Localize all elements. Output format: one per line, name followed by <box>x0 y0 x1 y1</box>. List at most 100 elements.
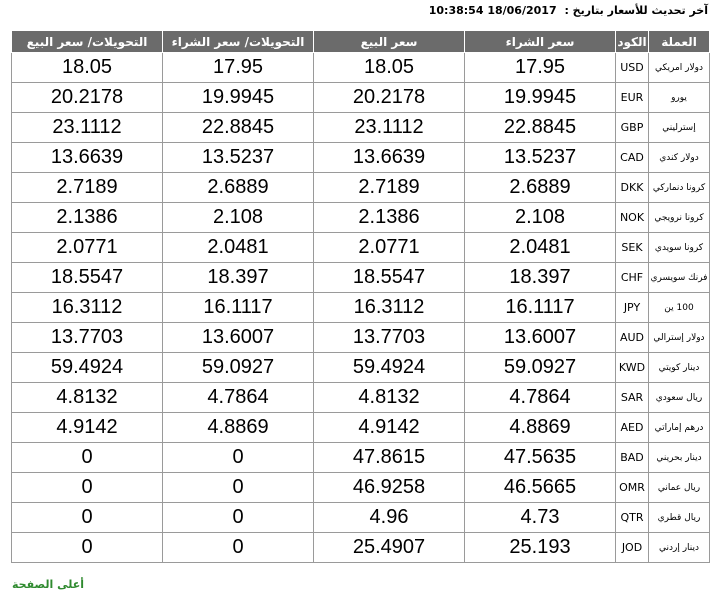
currency-code: NOK <box>615 202 649 233</box>
table-row: كرونا دنماركي DKK 2.6889 2.7189 2.6889 2.7189 <box>11 172 710 203</box>
table-row: ريال قطري QTR 4.73 4.96 0 0 <box>11 502 710 533</box>
buy-rate: 4.8869 <box>464 412 616 443</box>
currency-code: JOD <box>615 532 649 563</box>
transfer-sell-rate: 20.2178 <box>11 82 163 113</box>
table-header-row: العملة الكود سعر الشراء سعر البيع التحوي… <box>11 30 710 53</box>
currency-name: دولار إسترالي <box>648 322 710 353</box>
transfer-sell-rate: 0 <box>11 442 163 473</box>
currency-code: AUD <box>615 322 649 353</box>
transfer-buy-rate: 17.95 <box>162 52 314 83</box>
transfer-buy-rate: 0 <box>162 472 314 503</box>
table-row: درهم إماراتي AED 4.8869 4.9142 4.8869 4.9142 <box>11 412 710 443</box>
table-row: يورو EUR 19.9945 20.2178 19.9945 20.2178 <box>11 82 710 113</box>
buy-rate: 2.6889 <box>464 172 616 203</box>
transfer-sell-rate: 0 <box>11 502 163 533</box>
currency-name: دولار كندي <box>648 142 710 173</box>
transfer-sell-rate: 13.7703 <box>11 322 163 353</box>
currency-name: دينار بحريني <box>648 442 710 473</box>
table-row: كرونا نرويجي NOK 2.108 2.1386 2.108 2.1386 <box>11 202 710 233</box>
table-row: دولار كندي CAD 13.5237 13.6639 13.5237 13.663… <box>11 142 710 173</box>
transfer-sell-rate: 18.05 <box>11 52 163 83</box>
sell-rate: 59.4924 <box>313 352 465 383</box>
currency-name: كرونا سويدي <box>648 232 710 263</box>
transfer-buy-rate: 0 <box>162 532 314 563</box>
buy-rate: 13.6007 <box>464 322 616 353</box>
buy-rate: 4.7864 <box>464 382 616 413</box>
currency-name: ريال قطري <box>648 502 710 533</box>
sell-rate: 25.4907 <box>313 532 465 563</box>
currency-name: فرنك سويسري <box>648 262 710 293</box>
transfer-sell-rate: 4.9142 <box>11 412 163 443</box>
transfer-sell-rate: 2.0771 <box>11 232 163 263</box>
currency-code: AED <box>615 412 649 443</box>
currency-code: BAD <box>615 442 649 473</box>
transfer-buy-rate: 2.0481 <box>162 232 314 263</box>
currency-code: CHF <box>615 262 649 293</box>
transfer-sell-rate: 0 <box>11 472 163 503</box>
transfer-buy-rate: 4.7864 <box>162 382 314 413</box>
sell-rate: 47.8615 <box>313 442 465 473</box>
transfer-buy-rate: 13.6007 <box>162 322 314 353</box>
table-row: 100 ين JPY 16.1117 16.3112 16.1117 16.3112 <box>11 292 710 323</box>
sell-rate: 20.2178 <box>313 82 465 113</box>
currency-name: ريال عماني <box>648 472 710 503</box>
back-to-top-link[interactable]: أعلى الصفحة <box>12 578 84 591</box>
currency-name: دينار كويتي <box>648 352 710 383</box>
currency-code: GBP <box>615 112 649 143</box>
transfer-buy-rate: 59.0927 <box>162 352 314 383</box>
sell-rate: 18.5547 <box>313 262 465 293</box>
transfer-sell-rate: 59.4924 <box>11 352 163 383</box>
currency-code: CAD <box>615 142 649 173</box>
transfer-sell-rate: 4.8132 <box>11 382 163 413</box>
table-row: كرونا سويدي SEK 2.0481 2.0771 2.0481 2.0771 <box>11 232 710 263</box>
table-row: ريال عماني OMR 46.5665 46.9258 0 0 <box>11 472 710 503</box>
transfer-buy-rate: 2.108 <box>162 202 314 233</box>
sell-rate: 18.05 <box>313 52 465 83</box>
table-row: فرنك سويسري CHF 18.397 18.5547 18.397 18.5547 <box>11 262 710 293</box>
table-row: دولار إسترالي AUD 13.6007 13.7703 13.6007 13.… <box>11 322 710 353</box>
exchange-rates-table: العملة الكود سعر الشراء سعر البيع التحوي… <box>11 30 710 563</box>
buy-rate: 59.0927 <box>464 352 616 383</box>
currency-code: JPY <box>615 292 649 323</box>
transfer-buy-rate: 4.8869 <box>162 412 314 443</box>
currency-code: DKK <box>615 172 649 203</box>
transfer-buy-rate: 0 <box>162 442 314 473</box>
currency-code: OMR <box>615 472 649 503</box>
buy-rate: 16.1117 <box>464 292 616 323</box>
header-currency: العملة <box>648 30 710 53</box>
header-code: الكود <box>615 30 649 53</box>
last-updated-label: آخر تحديث للأسعار بتاريخ : <box>564 4 708 17</box>
last-updated-timestamp: 18/06/2017 10:38:54 <box>428 4 557 17</box>
sell-rate: 2.1386 <box>313 202 465 233</box>
currency-code: SAR <box>615 382 649 413</box>
currency-name: درهم إماراتي <box>648 412 710 443</box>
transfer-buy-rate: 16.1117 <box>162 292 314 323</box>
currency-code: KWD <box>615 352 649 383</box>
buy-rate: 25.193 <box>464 532 616 563</box>
currency-name: دولار امريكي <box>648 52 710 83</box>
buy-rate: 18.397 <box>464 262 616 293</box>
buy-rate: 47.5635 <box>464 442 616 473</box>
buy-rate: 2.108 <box>464 202 616 233</box>
currency-name: دينار إردني <box>648 532 710 563</box>
buy-rate: 46.5665 <box>464 472 616 503</box>
transfer-buy-rate: 0 <box>162 502 314 533</box>
currency-name: كرونا دنماركي <box>648 172 710 203</box>
sell-rate: 46.9258 <box>313 472 465 503</box>
sell-rate: 2.0771 <box>313 232 465 263</box>
currency-code: USD <box>615 52 649 83</box>
transfer-buy-rate: 22.8845 <box>162 112 314 143</box>
transfer-sell-rate: 16.3112 <box>11 292 163 323</box>
table-row: إسترليني GBP 22.8845 23.1112 22.8845 23.1112 <box>11 112 710 143</box>
currency-code: EUR <box>615 82 649 113</box>
table-row: دولار امريكي USD 17.95 18.05 17.95 18.05 <box>11 52 710 83</box>
transfer-sell-rate: 0 <box>11 532 163 563</box>
header-transfer-sell: التحويلات/ سعر البيع <box>11 30 163 53</box>
currency-name: كرونا نرويجي <box>648 202 710 233</box>
buy-rate: 22.8845 <box>464 112 616 143</box>
sell-rate: 4.8132 <box>313 382 465 413</box>
currency-name: إسترليني <box>648 112 710 143</box>
sell-rate: 2.7189 <box>313 172 465 203</box>
currency-name: يورو <box>648 82 710 113</box>
sell-rate: 13.6639 <box>313 142 465 173</box>
